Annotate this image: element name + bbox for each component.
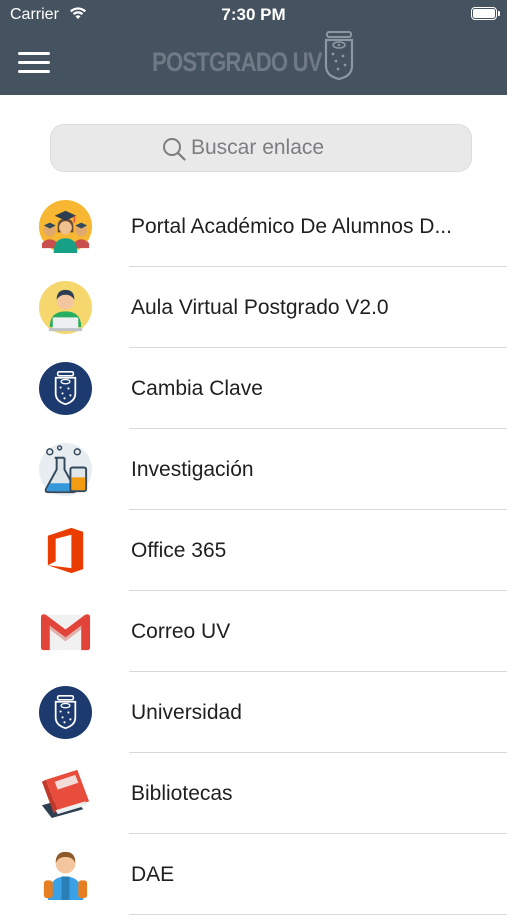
link-item-dae[interactable]: DAE [0,834,507,915]
link-item-cambia-clave[interactable]: Cambia Clave [0,348,507,429]
link-label: Aula Virtual Postgrado V2.0 [131,296,389,319]
uv-shield-icon [38,361,93,416]
app-header: Carrier 7:30 PM POSTGRADO UV [0,0,507,95]
link-label: Cambia Clave [131,377,263,400]
status-time: 7:30 PM [221,5,286,24]
lab-flask-icon [38,442,93,497]
link-item-universidad[interactable]: Universidad [0,672,507,753]
office-icon [47,527,84,574]
search-box[interactable] [50,124,472,172]
links-list: Portal Académico De Alumnos D... Aula Vi… [0,186,507,915]
search-bar [50,124,472,172]
link-label: Bibliotecas [131,782,233,805]
books-icon [41,769,90,819]
link-label: Office 365 [131,539,227,562]
status-bar: Carrier 7:30 PM [0,0,507,30]
link-item-investigacion[interactable]: Investigación [0,429,507,510]
brand-title: POSTGRADO UV [152,46,323,77]
link-label: Universidad [131,701,242,724]
search-input[interactable] [191,125,451,171]
link-item-aula-virtual[interactable]: Aula Virtual Postgrado V2.0 [0,267,507,348]
link-label: Portal Académico De Alumnos D... [131,215,452,238]
link-label: Correo UV [131,620,231,643]
graduates-icon [38,199,93,254]
link-label: Investigación [131,458,254,481]
student-laptop-icon [38,280,93,335]
uv-shield-icon [38,685,93,740]
brand-logo: POSTGRADO UV [152,31,359,80]
hamburger-menu-button[interactable] [18,52,50,74]
link-item-bibliotecas[interactable]: Bibliotecas [0,753,507,834]
link-item-correo-uv[interactable]: Correo UV [0,591,507,672]
battery-icon [471,7,500,20]
link-item-office-365[interactable]: Office 365 [0,510,507,591]
student-backpack-icon [43,851,88,901]
uv-crest-icon [324,31,354,80]
link-label: DAE [131,863,175,886]
search-icon [163,138,186,161]
gmail-icon [40,614,91,651]
link-item-portal-academico[interactable]: Portal Académico De Alumnos D... [0,186,507,267]
